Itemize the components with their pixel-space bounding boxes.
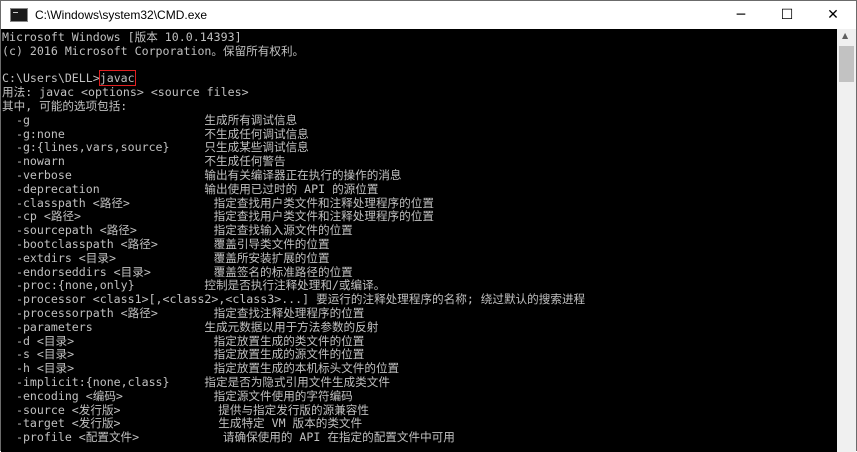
console-line-copyright: (c) 2016 Microsoft Corporation。保留所有权利。 [2,43,305,58]
close-button[interactable]: ✕ [810,1,856,29]
window-title: C:\Windows\system32\CMD.exe [35,8,208,22]
scrollbar-thumb[interactable] [839,46,854,82]
minimize-button[interactable]: ─ [718,1,764,29]
console-icon [10,8,28,22]
console-output[interactable]: Microsoft Windows [版本 10.0.14393] (c) 20… [1,29,839,452]
javac-usage-output: 用法: javac <options> <source files> 其中, 可… [2,85,586,445]
maximize-button[interactable]: ☐ [764,1,810,29]
command-text-highlighted: javac [98,70,136,87]
vertical-scrollbar[interactable]: ▲ [837,29,856,452]
cmd-window: C:\Windows\system32\CMD.exe ─ ☐ ✕ Micros… [0,0,857,452]
console-line-version: Microsoft Windows [版本 10.0.14393] [2,30,242,44]
window-controls: ─ ☐ ✕ [718,1,856,29]
scroll-up-arrow-icon[interactable]: ▲ [842,31,848,40]
prompt-path: C:\Users\DELL> [2,71,100,86]
title-bar[interactable]: C:\Windows\system32\CMD.exe ─ ☐ ✕ [1,1,856,29]
